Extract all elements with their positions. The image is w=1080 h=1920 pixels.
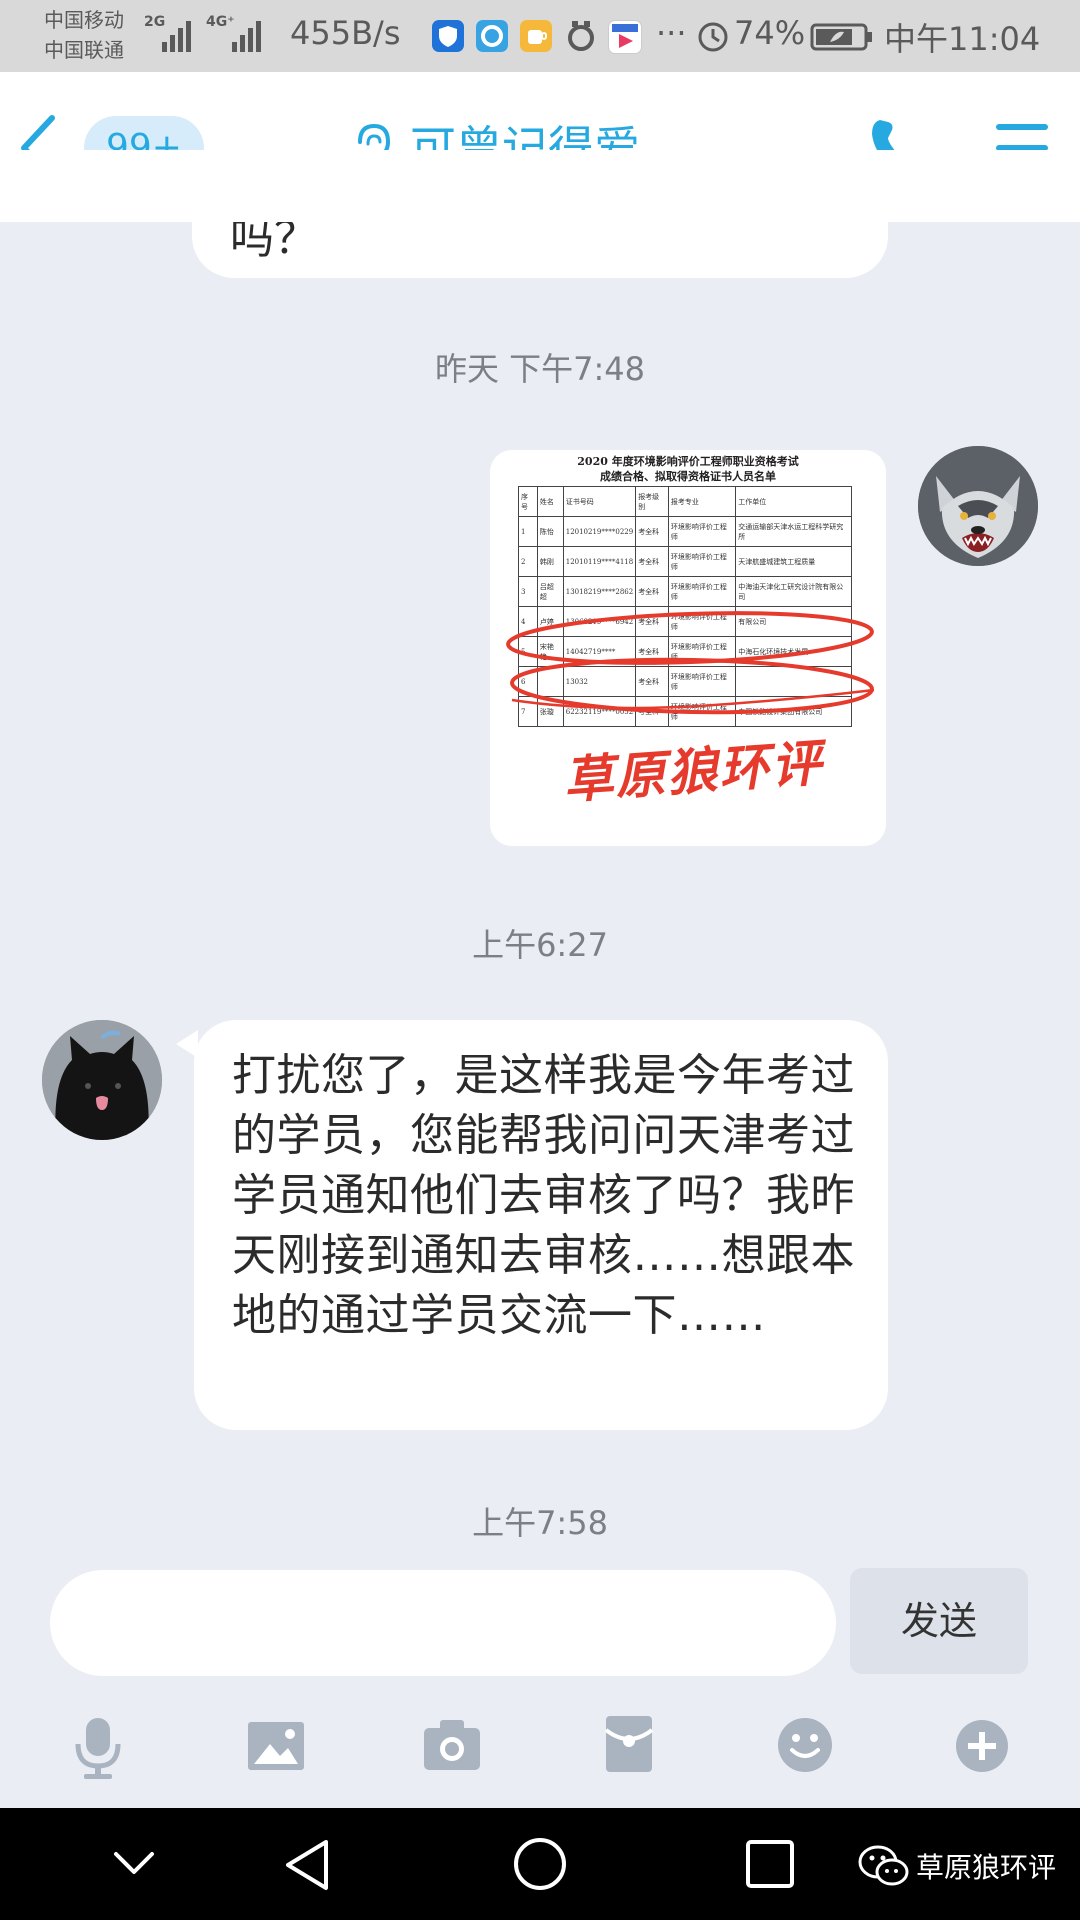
system-nav-bar: 草原狼环评 [0, 1808, 1080, 1920]
plus-circle-icon [956, 1720, 1008, 1772]
header-cover [0, 150, 1080, 222]
voice-button[interactable] [70, 1716, 126, 1784]
smiley-icon [778, 1718, 832, 1772]
camera-icon [424, 1720, 480, 1770]
image-icon [248, 1722, 304, 1770]
app-swirl-icon [476, 20, 508, 52]
message-text: 打扰您了，是这样我是今年考过的学员，您能帮我问问天津考过学员通知他们去审核了吗？… [232, 1050, 855, 1341]
square-recents-icon [746, 1840, 794, 1888]
chevron-down-icon [114, 1852, 154, 1874]
network-speed: 455B/s [290, 14, 401, 52]
red-packet-icon [604, 1716, 654, 1772]
red-packet-button[interactable] [604, 1714, 654, 1778]
carrier-1: 中国移动 [44, 8, 124, 32]
more-options-button[interactable] [954, 1718, 1010, 1778]
back-nav-button[interactable] [282, 1838, 332, 1896]
more-notifications: ··· [656, 14, 687, 52]
avatar[interactable] [42, 1020, 162, 1140]
emoji-button[interactable] [776, 1716, 834, 1778]
cat-avatar-icon [42, 1020, 162, 1140]
hide-keyboard-button[interactable] [110, 1846, 158, 1886]
account-name: 草原狼环评 [916, 1851, 1057, 1884]
clock: 中午11:04 [884, 20, 1041, 58]
triangle-back-icon [286, 1840, 328, 1890]
home-nav-button[interactable] [512, 1836, 568, 1896]
timestamp: 上午6:27 [472, 926, 608, 964]
carrier-2: 中国联通 [44, 38, 124, 62]
message-input[interactable] [50, 1570, 836, 1676]
image-message[interactable]: 2020 年度环境影响评价工程师职业资格考试 成绩合格、拟取得资格证书人员名单 … [490, 450, 886, 846]
send-button[interactable]: 发送 [850, 1568, 1028, 1674]
app-alarm-mascot-icon [566, 18, 596, 58]
camera-button[interactable] [422, 1718, 482, 1776]
network-4g-label: 4G⁺ [206, 14, 235, 30]
recents-nav-button[interactable] [744, 1838, 796, 1894]
status-bar: 中国移动 中国联通 2G 4G⁺ 455B/s ··· 74% 中午11:04 [0, 0, 1080, 72]
app-play-icon [608, 20, 642, 54]
message-bubble[interactable]: 打扰您了，是这样我是今年考过的学员，您能帮我问问天津考过学员通知他们去审核了吗？… [194, 1020, 888, 1430]
app-shield-icon [432, 20, 464, 52]
signal-icon [232, 20, 261, 52]
avatar[interactable] [918, 446, 1038, 566]
battery-icon [810, 22, 874, 56]
photo-button[interactable] [246, 1720, 306, 1776]
timestamp: 上午7:58 [472, 1504, 608, 1542]
battery-percent: 74% [734, 14, 806, 52]
app-cup-icon [520, 20, 552, 52]
alarm-clock-icon [696, 18, 730, 58]
timestamp: 昨天 下午7:48 [434, 350, 646, 388]
circle-home-icon [514, 1838, 566, 1890]
microphone-icon [75, 1718, 121, 1779]
wolf-avatar-icon [918, 446, 1038, 566]
wechat-logo-icon [858, 1844, 910, 1892]
signal-icon [162, 20, 191, 52]
